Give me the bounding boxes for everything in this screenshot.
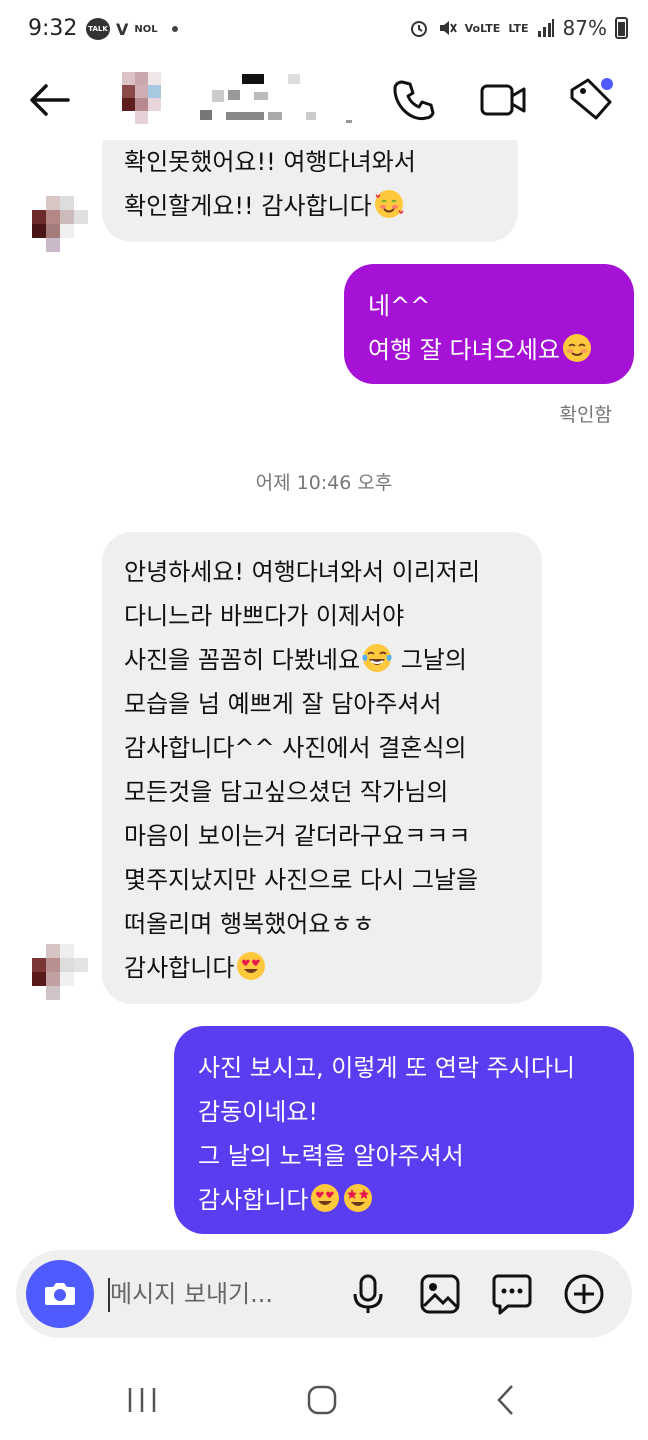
message-line: 여행 잘 다녀오세요	[368, 328, 634, 372]
gallery-icon	[420, 1274, 460, 1314]
add-icon	[564, 1274, 604, 1314]
voice-message-button[interactable]	[346, 1272, 390, 1316]
home-button[interactable]	[300, 1380, 344, 1420]
message-line: 떠올리며 행복했어요ㅎㅎ	[124, 910, 375, 938]
video-camera-icon	[480, 84, 526, 116]
message-line: 사진을 꼼꼼히 다봤네요 그날의	[124, 638, 542, 682]
voice-call-button[interactable]	[390, 76, 438, 124]
more-options-button[interactable]	[562, 1272, 606, 1316]
blurred-name-pixels	[200, 74, 352, 123]
mute-icon	[439, 21, 457, 35]
message-line: 확인할게요!! 감사합니다	[124, 184, 518, 228]
message-line: 다니느라 바쁘다가 이제서야	[124, 602, 405, 630]
kakaotalk-icon: TALK	[86, 18, 110, 40]
status-bar: 9:32 TALK V NOL VoLTE LTE 87%	[0, 0, 648, 60]
message-text: 확인할게요!! 감사합니다	[124, 192, 372, 220]
message-text: 감사합니다	[198, 1186, 309, 1214]
message-text: 감사합니다	[124, 954, 235, 982]
recent-apps-icon	[128, 1388, 156, 1412]
message-text: 여행 잘 다녀오세요	[368, 336, 560, 364]
tears-of-joy-emoji-icon	[362, 644, 392, 672]
camera-button[interactable]	[26, 1260, 94, 1328]
contact-avatar[interactable]	[122, 72, 174, 124]
label-button[interactable]	[566, 76, 614, 124]
sender-avatar[interactable]	[32, 196, 88, 252]
status-time: 9:32	[28, 16, 78, 41]
volte-indicator: VoLTE	[464, 21, 501, 35]
back-button[interactable]	[26, 78, 74, 122]
alarm-icon	[410, 21, 427, 37]
message-composer	[16, 1250, 632, 1338]
message-line: 감사합니다	[124, 946, 542, 990]
camera-icon	[45, 1283, 75, 1305]
battery-icon	[615, 17, 628, 39]
sticker-button[interactable]	[490, 1272, 534, 1316]
battery-percent: 87%	[562, 16, 607, 40]
seen-indicator: 확인함	[559, 404, 612, 426]
contact-name-blurred[interactable]	[196, 72, 366, 128]
v-app-icon: V	[116, 19, 129, 39]
video-call-button[interactable]	[478, 76, 526, 124]
sender-avatar[interactable]	[32, 944, 88, 1000]
phone-icon	[393, 80, 435, 121]
lte-indicator: LTE	[508, 21, 529, 35]
message-line: 감사합니다	[198, 1178, 634, 1222]
message-text: 사진을 꼼꼼히 다봤네요	[124, 646, 361, 674]
recent-apps-button[interactable]	[120, 1380, 164, 1420]
system-nav-bar	[0, 1360, 648, 1440]
home-icon	[307, 1385, 337, 1415]
back-arrow-icon	[30, 84, 70, 116]
message-line: 감동이네요!	[198, 1098, 319, 1126]
smiling-face-with-hearts-emoji-icon	[374, 190, 403, 218]
heart-eyes-emoji-icon	[311, 1184, 340, 1212]
more-notifications-dot-icon	[171, 26, 178, 32]
sticker-chat-icon	[492, 1274, 532, 1315]
message-line: 모습을 넘 예쁘게 잘 담아주셔서	[124, 690, 442, 718]
smiling-face-emoji-icon	[562, 334, 591, 362]
message-line: 안녕하세요! 여행다녀와서 이리저리	[124, 558, 481, 586]
message-line: 몇주지났지만 사진으로 다시 그날을	[124, 866, 479, 894]
signal-icon	[537, 19, 554, 37]
heart-eyes-emoji-icon	[237, 952, 266, 980]
message-line: 감사합니다^^ 사진에서 결혼식의	[124, 734, 467, 762]
status-notification-icons: TALK V NOL	[86, 18, 178, 40]
message-text: 그날의	[400, 646, 467, 674]
message-input[interactable]	[110, 1274, 330, 1314]
back-icon	[497, 1385, 513, 1415]
message-line: 사진 보시고, 이렇게 또 연락 주시다니	[198, 1054, 575, 1082]
nol-app-icon: NOL	[134, 23, 158, 35]
chat-header	[0, 60, 648, 140]
status-system-icons: VoLTE LTE 87%	[409, 16, 628, 40]
message-line: 확인못했어요!! 여행다녀와서	[124, 148, 416, 176]
incoming-message-bubble[interactable]: 안녕하세요! 여행다녀와서 이리저리 다니느라 바쁘다가 이제서야 사진을 꼼꼼…	[102, 532, 542, 1004]
star-struck-emoji-icon	[344, 1184, 373, 1212]
nav-back-button[interactable]	[484, 1380, 528, 1420]
tag-icon	[570, 78, 613, 120]
message-line: 네^^	[368, 292, 431, 320]
gallery-button[interactable]	[418, 1272, 462, 1316]
outgoing-message-bubble[interactable]: 사진 보시고, 이렇게 또 연락 주시다니 감동이네요! 그 날의 노력을 알아…	[174, 1026, 634, 1234]
microphone-icon	[353, 1274, 383, 1313]
date-separator: 어제 10:46 오후	[255, 472, 393, 494]
message-line: 모든것을 담고싶으셨던 작가님의	[124, 778, 449, 806]
message-line: 그 날의 노력을 알아주셔서	[198, 1142, 464, 1170]
outgoing-message-bubble[interactable]: 네^^ 여행 잘 다녀오세요	[344, 264, 634, 384]
message-line: 마음이 보이는거 같더라구요ㅋㅋㅋ	[124, 822, 471, 850]
